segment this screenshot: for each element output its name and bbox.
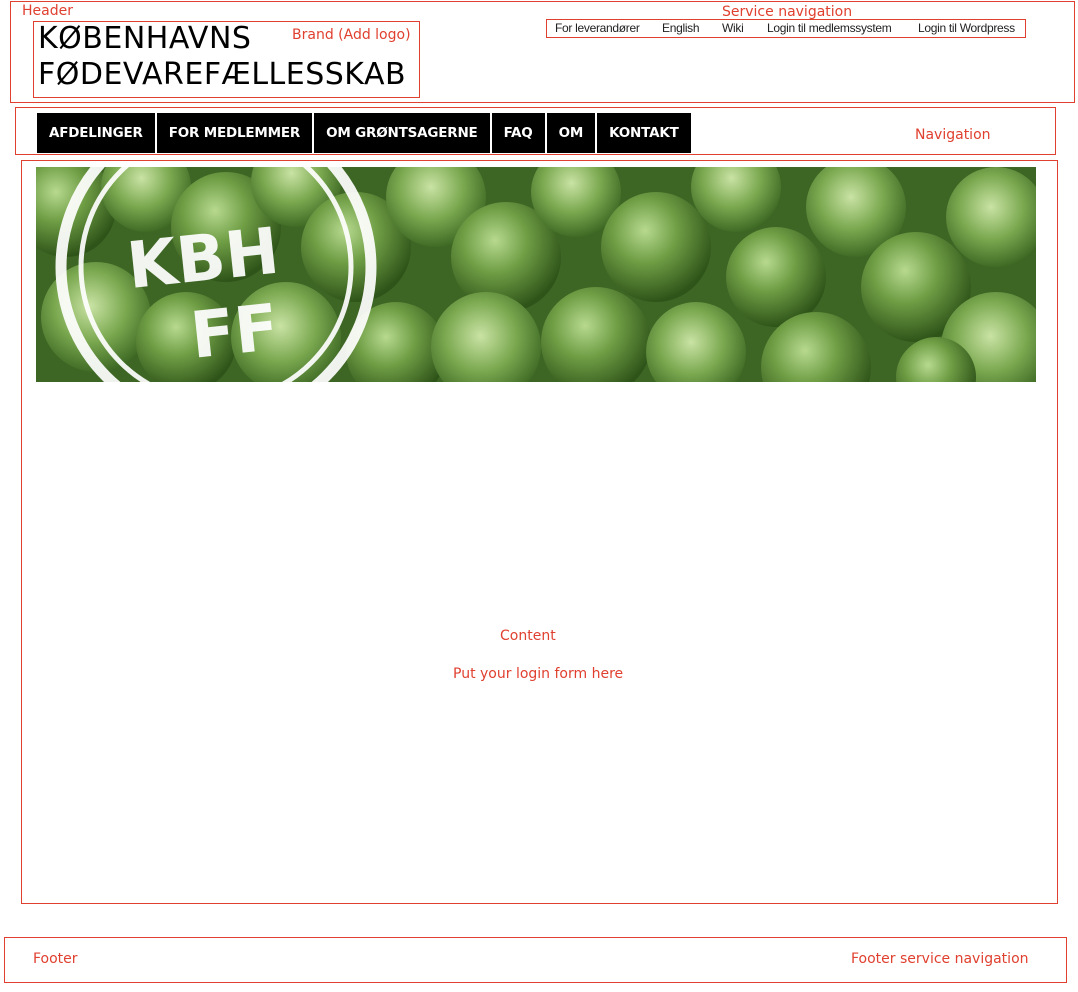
stamp-text-ff: FF	[187, 291, 282, 374]
service-link-suppliers[interactable]: For leverandører	[555, 20, 640, 36]
login-form-placeholder: Put your login form here	[453, 666, 624, 682]
header-label: Header	[22, 3, 73, 19]
nav-item-afdelinger[interactable]: AFDELINGER	[37, 113, 155, 153]
navigation-label: Navigation	[915, 127, 991, 143]
brand-label: Brand (Add logo)	[292, 27, 411, 43]
service-link-wordpress-login[interactable]: Login til Wordpress	[918, 20, 1015, 36]
service-link-english[interactable]: English	[662, 20, 700, 36]
service-navigation-label: Service navigation	[722, 4, 853, 20]
service-link-member-login[interactable]: Login til medlemssystem	[767, 20, 892, 36]
service-link-wiki[interactable]: Wiki	[722, 20, 744, 36]
service-navigation: For leverandører English Wiki Login til …	[546, 19, 1026, 38]
nav-item-om-grontsagerne[interactable]: OM GRØNTSAGERNE	[314, 113, 490, 153]
brussels-sprouts-photo-icon: KBH FF	[36, 167, 1036, 382]
nav-item-kontakt[interactable]: KONTAKT	[597, 113, 691, 153]
nav-item-om[interactable]: OM	[546, 113, 596, 153]
stamp-text-kbh: KBH	[124, 215, 283, 304]
brand-name-line1: KØBENHAVNS	[38, 21, 252, 56]
footer-service-navigation-label: Footer service navigation	[851, 951, 1029, 967]
content-label: Content	[500, 628, 556, 644]
nav-item-faq[interactable]: FAQ	[491, 113, 545, 153]
footer-label: Footer	[33, 951, 78, 967]
brand-name-line2: FØDEVAREFÆLLESSKAB	[38, 57, 407, 92]
nav-item-for-medlemmer[interactable]: FOR MEDLEMMER	[156, 113, 313, 153]
main-nav-bar: AFDELINGER FOR MEDLEMMER OM GRØNTSAGERNE…	[37, 113, 693, 153]
banner-image: KBH FF	[36, 167, 1036, 382]
